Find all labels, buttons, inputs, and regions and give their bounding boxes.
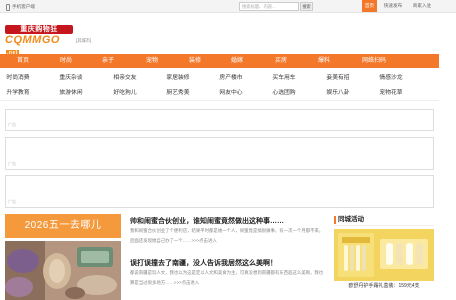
- category-link[interactable]: 重庆杂谈: [48, 71, 94, 85]
- article-summary: 我和闹蜜合伙创业了个便利店，结果平时都是她一个人，闹蜜竟是搞很做事，有一次一个月…: [130, 228, 324, 243]
- category-row: 升学教育 旅游休闲 好吃狗儿 厨艺秀美 网友中心 心选团购 娱乐八卦 宠物花草: [0, 86, 439, 100]
- nav-item[interactable]: 买房: [261, 54, 301, 68]
- category-link[interactable]: 情感沙龙: [368, 71, 414, 85]
- main-nav: 首页 时尚 亲子 宠物 装修 婚嫁 买房 爆料 网络扫码: [0, 54, 439, 68]
- quick-post-link[interactable]: 快速发布: [380, 0, 406, 12]
- mobile-client-label: 手机客户端: [12, 4, 35, 9]
- category-link[interactable]: 房产楼市: [208, 71, 254, 85]
- category-link[interactable]: 网友中心: [208, 86, 254, 100]
- category-link[interactable]: 家居装修: [155, 71, 201, 85]
- nav-item[interactable]: 宠物: [132, 54, 172, 68]
- article-title[interactable]: 帅和闹蜜合伙创业，谁知闹蜜竟然做出这种事……: [130, 216, 284, 226]
- category-link[interactable]: 妾美有招: [315, 71, 361, 85]
- event-caption[interactable]: 欧舒丹护手霜礼盒装：159元4支: [334, 282, 434, 289]
- event-image[interactable]: [334, 229, 434, 281]
- nav-item[interactable]: 婚嫁: [217, 54, 257, 68]
- category-link[interactable]: 升学教育: [0, 86, 41, 100]
- article-title[interactable]: 误打误撞去了南疆，没人告诉我居然这么美啊！: [130, 258, 277, 268]
- phone-icon: [6, 3, 10, 11]
- merchant-join-link[interactable]: 商家入驻: [408, 0, 436, 12]
- feature-photo[interactable]: [5, 241, 121, 300]
- nav-item[interactable]: 网络扫码: [350, 54, 398, 68]
- category-link[interactable]: 心选团购: [261, 86, 307, 100]
- article-summary: 都说南疆是玩人文，我也以为这是定以人文和美食为主，可真没想到南疆都有东西超这么美…: [130, 270, 324, 285]
- local-events-heading: 同城活动: [334, 215, 434, 226]
- search-button[interactable]: 搜索: [300, 2, 313, 11]
- craft-photo-image: [5, 241, 121, 300]
- ad-label: 广告: [8, 122, 16, 127]
- hand-cream-giftbox-image: [334, 229, 434, 281]
- nav-item[interactable]: 亲子: [88, 54, 128, 68]
- top-bar: 手机客户端 搜索标题、内容... 搜索 首页 快速发布 商家入驻: [0, 0, 456, 13]
- category-link[interactable]: 厨艺秀美: [155, 86, 201, 100]
- site-logo[interactable]: 重庆购物狂 CQMMGO.net: [5, 25, 73, 57]
- ad-label: 广告: [8, 161, 16, 166]
- category-link[interactable]: 娱乐八卦: [315, 86, 361, 100]
- category-link[interactable]: 宠物花草: [368, 86, 414, 100]
- category-row: 时尚消费 重庆杂谈 相亲交友 家居装修 房产楼市 买车用车 妾美有招 情感沙龙: [0, 71, 439, 85]
- city-switcher[interactable]: [其城市]: [76, 38, 91, 44]
- logo-chinese-text: 重庆购物狂: [5, 25, 73, 34]
- category-link[interactable]: 相亲交友: [102, 71, 148, 85]
- mobile-client-link[interactable]: 手机客户端: [6, 3, 35, 11]
- nav-item[interactable]: 时尚: [46, 54, 86, 68]
- nav-item[interactable]: 爆料: [304, 54, 344, 68]
- ad-label: 广告: [8, 199, 16, 204]
- ad-slot[interactable]: 广告: [5, 109, 434, 131]
- ad-slot[interactable]: 广告: [5, 175, 434, 208]
- home-link[interactable]: 首页: [362, 0, 377, 12]
- category-link[interactable]: 旅游休闲: [48, 86, 94, 100]
- feature-banner[interactable]: 2026五一去哪儿: [5, 214, 121, 238]
- ad-slot[interactable]: 广告: [5, 137, 434, 170]
- category-link[interactable]: 时尚消费: [0, 71, 41, 85]
- category-link[interactable]: 好吃狗儿: [102, 86, 148, 100]
- search-input[interactable]: 搜索标题、内容...: [239, 2, 299, 11]
- category-link[interactable]: 买车用车: [261, 71, 307, 85]
- nav-item[interactable]: 首页: [3, 54, 43, 68]
- category-links: 时尚消费 重庆杂谈 相亲交友 家居装修 房产楼市 买车用车 妾美有招 情感沙龙 …: [0, 71, 439, 101]
- logo-latin-text: CQMMGO.net: [5, 34, 73, 57]
- nav-item[interactable]: 装修: [175, 54, 215, 68]
- logo-brand: CQMMGO: [5, 34, 60, 46]
